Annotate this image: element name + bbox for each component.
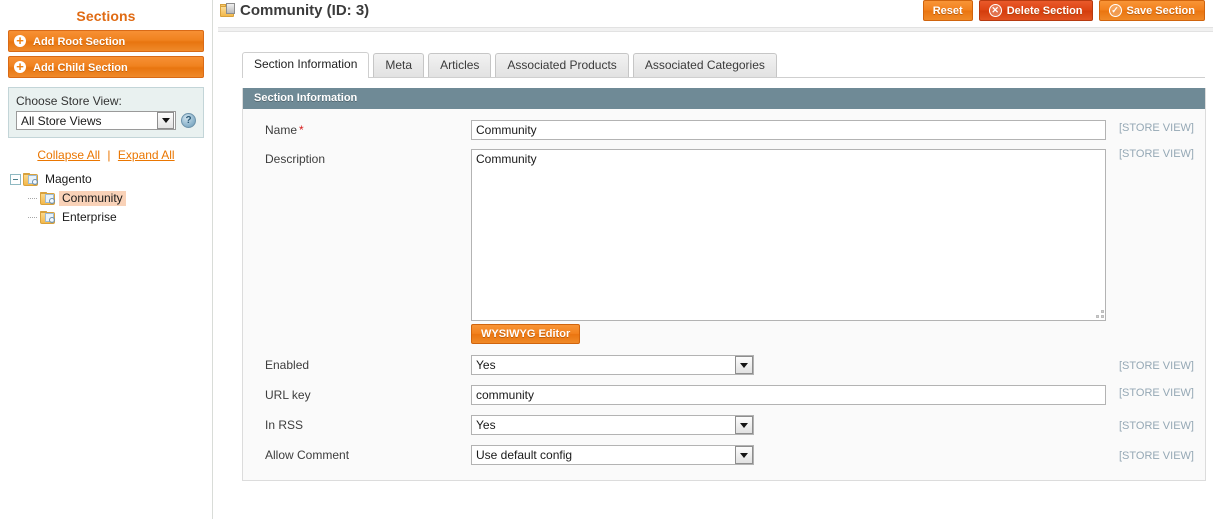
url-key-field-label: URL key [265,388,311,402]
in-rss-select[interactable]: Yes [471,415,754,435]
tree-line-icon [27,193,38,204]
url-key-scope-label: [STORE VIEW] [1119,387,1194,399]
tab-section-information[interactable]: Section Information [242,52,370,78]
tree-item-label: Enterprise [62,210,117,224]
page-actions: Reset ✕ Delete Section ✓ Save Section [922,0,1205,21]
field-row-in-rss: In RSS Yes [STORE VIEW] [243,408,1205,438]
save-section-label: Save Section [1126,4,1195,17]
delete-section-label: Delete Section [1006,4,1083,17]
plus-circle-icon: + [14,60,26,73]
field-row-enabled: Enabled Yes [STORE VIEW] [243,347,1205,378]
tree-item-community[interactable]: Community [10,189,204,208]
reset-button[interactable]: Reset [922,0,973,21]
tree-item-label: Magento [45,172,92,186]
collapse-all-link[interactable]: Collapse All [37,148,100,162]
page-header: Community (ID: 3) Reset ✕ Delete Section… [218,0,1213,27]
tree-actions: Collapse All | Expand All [8,138,204,170]
tree-item-magento[interactable]: Magento [10,170,204,189]
store-view-value: All Store Views [21,113,102,128]
in-rss-value: Yes [476,418,496,432]
name-label-text: Name [265,123,298,137]
folder-search-icon [40,210,56,225]
field-row-allow-comment: Allow Comment Use default config [STORE … [243,438,1205,468]
in-rss-field-label: In RSS [265,418,304,432]
chevron-down-icon[interactable] [735,356,753,374]
field-row-name: Name* [STORE VIEW] [243,117,1205,143]
chevron-down-icon[interactable] [157,112,174,129]
panel-heading: Section Information [243,88,1205,109]
tab-label: Associated Products [507,58,617,72]
tab-articles[interactable]: Articles [428,53,492,77]
field-row-description: Description Community WYSIWYG Editor [ST… [243,143,1205,347]
enabled-scope-label: [STORE VIEW] [1119,360,1194,372]
page-root: Sections + Add Root Section + Add Child … [0,0,1213,519]
description-field-label: Description [265,152,326,166]
section-information-panel: Section Information Name* [STORE VIEW] D… [242,88,1206,481]
main-content: Community (ID: 3) Reset ✕ Delete Section… [218,0,1213,519]
sidebar-title: Sections [76,8,136,24]
sections-sidebar: Sections + Add Root Section + Add Child … [0,0,213,519]
add-child-section-label: Add Child Section [33,62,128,74]
tab-label: Articles [440,58,480,72]
expand-all-link[interactable]: Expand All [118,148,175,162]
allow-comment-value: Use default config [476,448,573,462]
tab-bar: Section Information Meta Articles Associ… [242,52,1205,78]
tab-label: Meta [385,58,413,72]
chevron-down-icon[interactable] [735,416,753,434]
header-divider [218,27,1213,32]
tab-label: Associated Categories [644,58,765,72]
description-textarea[interactable]: Community [471,149,1106,321]
tab-associated-products[interactable]: Associated Products [495,53,629,77]
tree-actions-separator: | [107,148,111,162]
in-rss-scope-label: [STORE VIEW] [1119,420,1194,432]
folder-search-icon [40,191,56,206]
reset-button-label: Reset [932,4,963,17]
allow-comment-scope-label: [STORE VIEW] [1119,450,1194,462]
page-title: Community (ID: 3) [240,2,370,19]
name-scope-label: [STORE VIEW] [1119,122,1194,134]
section-tree: Magento Community Enterprise [8,170,204,227]
allow-comment-field-label: Allow Comment [265,448,350,462]
field-row-url-key: URL key [STORE VIEW] [243,378,1205,408]
tab-associated-categories[interactable]: Associated Categories [632,53,777,77]
enabled-select[interactable]: Yes [471,355,754,375]
folder-page-icon [220,3,237,18]
url-key-input[interactable] [471,385,1106,405]
store-view-chooser: Choose Store View: All Store Views ? [8,87,204,138]
allow-comment-select[interactable]: Use default config [471,445,754,465]
tree-item-label: Community [59,191,126,206]
enabled-value: Yes [476,358,496,372]
store-view-select[interactable]: All Store Views [16,111,176,130]
add-root-section-button[interactable]: + Add Root Section [8,30,204,52]
tree-line-icon [27,212,38,223]
name-field-label: Name * [243,120,471,140]
name-input[interactable] [471,120,1106,140]
description-scope-label: [STORE VIEW] [1119,148,1194,160]
folder-search-icon [23,172,39,187]
store-view-label: Choose Store View: [16,94,122,108]
form-body: Name* [STORE VIEW] Description Community [243,109,1205,480]
tree-item-enterprise[interactable]: Enterprise [10,208,204,227]
add-root-section-label: Add Root Section [33,36,126,48]
tab-meta[interactable]: Meta [373,53,425,77]
collapse-toggle-icon[interactable] [10,174,21,185]
add-child-section-button[interactable]: + Add Child Section [8,56,204,78]
question-mark-icon[interactable]: ? [181,113,196,128]
required-marker: * [299,123,304,137]
wysiwyg-editor-button[interactable]: WYSIWYG Editor [471,324,581,344]
delete-circle-icon: ✕ [988,4,1002,17]
plus-circle-icon: + [14,34,26,47]
tab-label: Section Information [254,57,358,71]
save-section-button[interactable]: ✓ Save Section [1098,0,1205,21]
chevron-down-icon[interactable] [735,446,753,464]
check-circle-icon: ✓ [1108,4,1122,17]
enabled-field-label: Enabled [265,358,310,372]
delete-section-button[interactable]: ✕ Delete Section [978,0,1093,21]
